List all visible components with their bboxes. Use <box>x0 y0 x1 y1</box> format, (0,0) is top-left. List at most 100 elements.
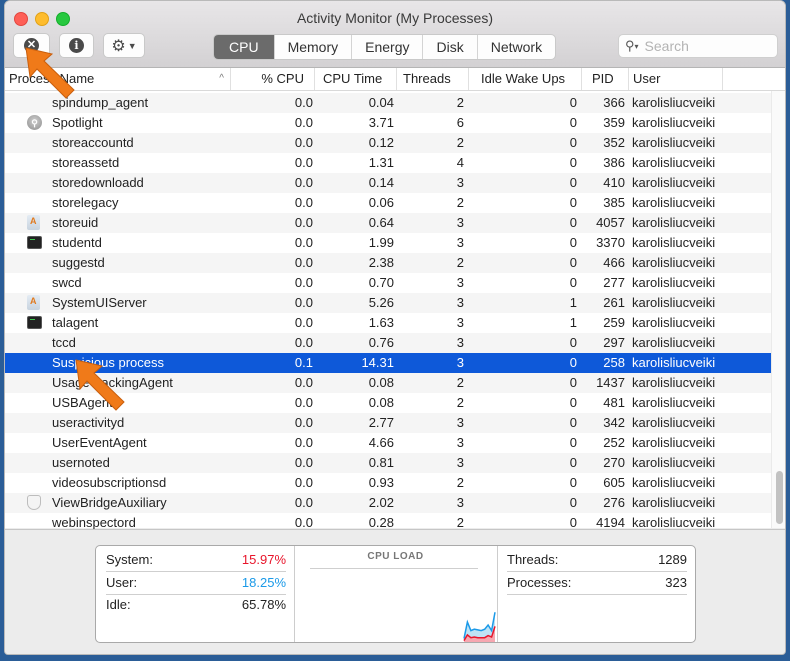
table-row[interactable]: storeuid 0.0 0.64 3 0 4057 karolisliucveiki <box>5 211 771 233</box>
process-name-cell: ViewBridgeAuxiliary <box>52 495 167 510</box>
process-name-cell: talagent <box>52 315 99 330</box>
process-name-cell: tccd <box>52 335 76 350</box>
processes-stat: Processes: 323 <box>507 572 687 595</box>
pid-cell: 277 <box>603 275 625 290</box>
column-idle-wake-ups[interactable]: Idle Wake Ups <box>469 68 582 90</box>
pid-cell: 410 <box>603 175 625 190</box>
user-cell: karolisliucveiki <box>632 315 716 330</box>
cpu-percent-cell: 0.0 <box>294 275 313 290</box>
process-name-cell: studentd <box>52 235 102 250</box>
column-cpu-time[interactable]: CPU Time <box>315 68 397 90</box>
threads-cell: 3 <box>456 455 464 470</box>
gear-icon: ⚙ <box>111 37 126 55</box>
table-row[interactable]: swcd 0.0 0.70 3 0 277 karolisliucveiki <box>5 273 771 293</box>
table-row[interactable]: ViewBridgeAuxiliary 0.0 2.02 3 0 276 karolisli… <box>5 493 771 513</box>
tab-disk[interactable]: Disk <box>422 35 476 59</box>
threads-cell: 3 <box>456 495 464 510</box>
cpu-time-cell: 1.31 <box>368 155 394 170</box>
table-row[interactable]: usernoted 0.0 0.81 3 0 270 karolisliucveiki <box>5 453 771 473</box>
table-row[interactable]: talagent 0.0 1.63 3 1 259 karolisliucveiki <box>5 313 771 333</box>
processes-label: Processes: <box>507 575 572 590</box>
idle-wake-ups-cell: 0 <box>569 375 577 390</box>
action-menu-button[interactable]: ⚙ ▼ <box>103 33 145 58</box>
process-icon-cell <box>27 291 43 311</box>
process-name-cell: storeassetd <box>52 155 120 170</box>
table-row[interactable]: useractivityd 0.0 2.77 3 0 342 karolisliucveik… <box>5 413 771 433</box>
pid-cell: 270 <box>603 455 625 470</box>
tab-network[interactable]: Network <box>476 35 555 59</box>
table-row[interactable]: storeaccountd 0.0 0.12 2 0 352 karolisliucveik… <box>5 133 771 153</box>
table-row[interactable]: storeassetd 0.0 1.31 4 0 386 karolisliucveiki <box>5 153 771 173</box>
user-cell: karolisliucveiki <box>632 135 716 150</box>
user-cell: karolisliucveiki <box>632 255 716 270</box>
cpu-percent-cell: 0.0 <box>294 495 313 510</box>
idle-label: Idle: <box>106 597 131 612</box>
view-tabs: CPU Memory Energy Disk Network <box>213 34 557 60</box>
process-name-cell: storeuid <box>52 215 99 230</box>
idle-wake-ups-cell: 1 <box>569 315 577 330</box>
terminal-icon <box>27 236 42 249</box>
user-stat: User: 18.25% <box>106 572 286 595</box>
table-row[interactable]: UserEventAgent 0.0 4.66 3 0 252 karolisliucvei… <box>5 433 771 453</box>
threads-cell: 3 <box>456 335 464 350</box>
table-row[interactable]: suggestd 0.0 2.38 2 0 466 karolisliucveiki <box>5 253 771 273</box>
table-row[interactable]: storelegacy 0.0 0.06 2 0 385 karolisliucveiki <box>5 193 771 213</box>
table-row[interactable]: tccd 0.0 0.76 3 0 297 karolisliucveiki <box>5 333 771 353</box>
process-name-cell: usernoted <box>52 455 110 470</box>
idle-wake-ups-cell: 0 <box>569 255 577 270</box>
pid-cell: 605 <box>603 475 625 490</box>
tab-cpu[interactable]: CPU <box>214 35 274 59</box>
idle-wake-ups-cell: 0 <box>569 215 577 230</box>
cpu-load-title: CPU LOAD <box>367 551 424 562</box>
process-name-cell: UserEventAgent <box>52 435 147 450</box>
process-name-cell: storelegacy <box>52 195 119 210</box>
vertical-scrollbar[interactable] <box>771 91 785 528</box>
table-row[interactable]: studentd 0.0 1.99 3 0 3370 karolisliucveiki <box>5 233 771 253</box>
idle-wake-ups-cell: 0 <box>569 135 577 150</box>
table-row[interactable]: storedownloadd 0.0 0.14 3 0 410 karolisliucvei… <box>5 173 771 193</box>
user-cell: karolisliucveiki <box>632 435 716 450</box>
cpu-percent-cell: 0.0 <box>294 395 313 410</box>
idle-wake-ups-cell: 0 <box>569 155 577 170</box>
tab-energy[interactable]: Energy <box>351 35 422 59</box>
cpu-percent-cell: 0.0 <box>294 455 313 470</box>
process-name-cell: storeaccountd <box>52 135 134 150</box>
user-label: User: <box>106 575 138 590</box>
threads-cell: 3 <box>456 355 464 370</box>
toolbar: Activity Monitor (My Processes) ✕ i ⚙ ▼ … <box>5 1 785 68</box>
user-cell: karolisliucveiki <box>632 395 716 410</box>
threads-value: 1289 <box>658 552 687 567</box>
table-row[interactable]: videosubscriptionsd 0.0 0.93 2 0 605 karolisli… <box>5 473 771 493</box>
idle-wake-ups-cell: 1 <box>569 295 577 310</box>
cpu-percent-cell: 0.0 <box>294 475 313 490</box>
table-row[interactable]: ⚲ Spotlight 0.0 3.71 6 0 359 karolisliucveiki <box>5 113 771 133</box>
user-cell: karolisliucveiki <box>632 415 716 430</box>
column-cpu-percent[interactable]: % CPU <box>231 68 315 90</box>
annotation-arrow-stop-button <box>25 47 75 99</box>
threads-cell: 3 <box>456 175 464 190</box>
cpu-percent-cell: 0.0 <box>294 315 313 330</box>
idle-wake-ups-cell: 0 <box>569 115 577 130</box>
cpu-percent-cell: 0.0 <box>294 115 313 130</box>
search-input[interactable] <box>644 38 755 54</box>
tab-memory[interactable]: Memory <box>273 35 352 59</box>
scrollbar-thumb[interactable] <box>776 471 783 524</box>
column-user[interactable]: User <box>629 68 723 90</box>
threads-cell: 2 <box>456 375 464 390</box>
column-pid[interactable]: PID <box>582 68 629 90</box>
cpu-time-cell: 0.81 <box>368 455 394 470</box>
cpu-percent-cell: 0.0 <box>294 135 313 150</box>
cpu-time-cell: 0.93 <box>368 475 394 490</box>
threads-cell: 3 <box>456 215 464 230</box>
app-icon <box>27 211 40 231</box>
threads-cell: 6 <box>456 115 464 130</box>
table-row[interactable]: spindump_agent 0.0 0.04 2 0 366 karolisliucvei… <box>5 93 771 113</box>
process-icon-cell <box>27 235 43 251</box>
column-threads[interactable]: Threads <box>397 68 469 90</box>
cpu-usage-breakdown: System: 15.97% User: 18.25% Idle: 65.78% <box>96 546 295 642</box>
table-row[interactable]: SystemUIServer 0.0 5.26 3 1 261 karolisliucvei… <box>5 291 771 313</box>
search-field[interactable]: ⚲ ▾ <box>618 34 778 58</box>
threads-cell: 4 <box>456 155 464 170</box>
pid-cell: 342 <box>603 415 625 430</box>
threads-cell: 2 <box>456 255 464 270</box>
